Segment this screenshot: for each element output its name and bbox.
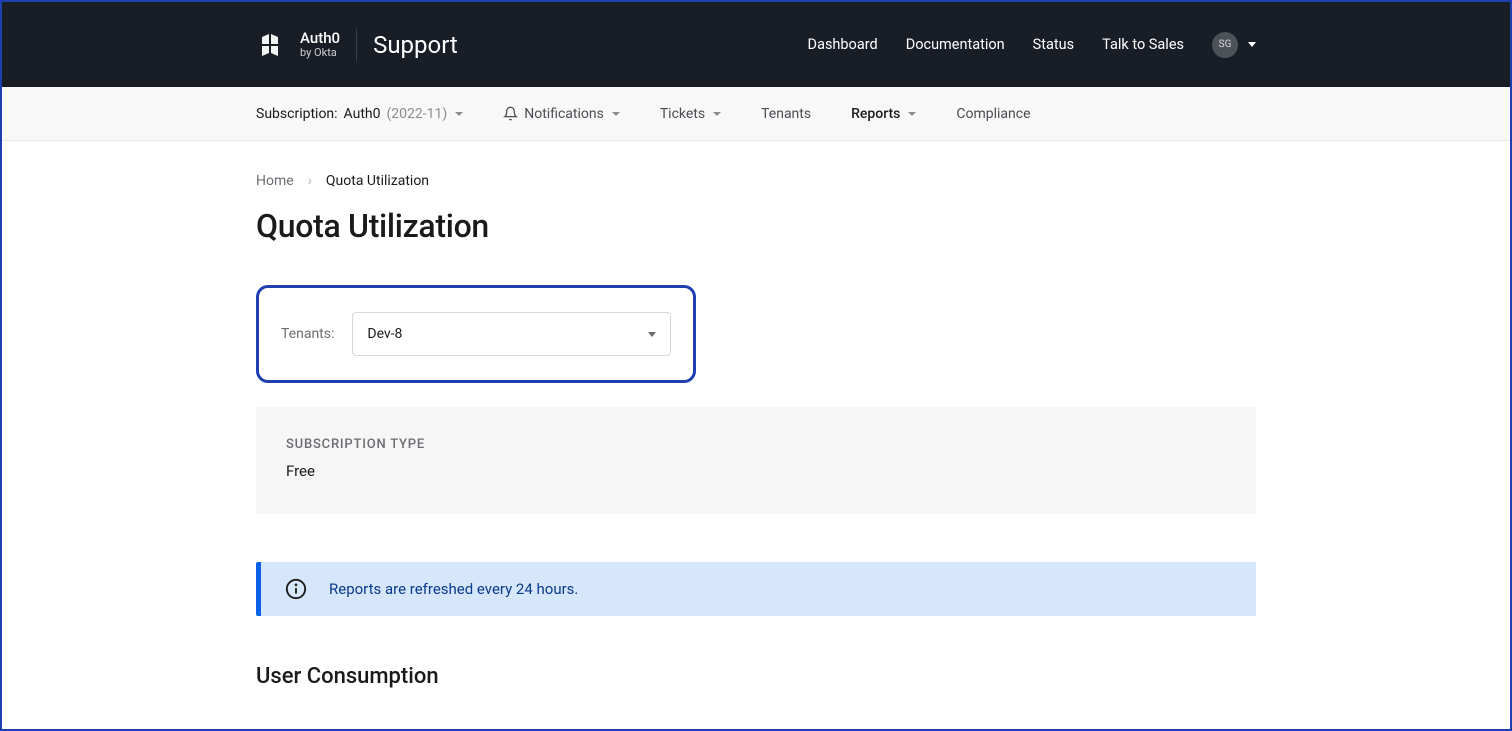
subscription-type-value: Free (286, 462, 1226, 480)
main-content: Home › Quota Utilization Quota Utilizati… (256, 141, 1256, 729)
reports-label: Reports (851, 106, 900, 122)
tenant-selected-value: Dev-8 (367, 326, 402, 342)
notifications-label: Notifications (524, 106, 604, 122)
info-banner-text: Reports are refreshed every 24 hours. (329, 580, 578, 598)
top-header: Auth0 by Okta Support Dashboard Document… (2, 2, 1510, 87)
chevron-down-icon (908, 112, 916, 116)
breadcrumb-current: Quota Utilization (326, 173, 429, 189)
sub-header: Subscription: Auth0 (2022-11) Notificati… (2, 87, 1510, 141)
logo-subtitle: by Okta (300, 47, 340, 59)
logo-section: Auth0 by Okta Support (256, 29, 458, 61)
nav-talk-to-sales[interactable]: Talk to Sales (1102, 36, 1184, 53)
tenant-select[interactable]: Dev-8 (352, 312, 671, 356)
page-title: Quota Utilization (256, 207, 1256, 245)
nav-tenants[interactable]: Tenants (761, 106, 811, 122)
chevron-down-icon (713, 112, 721, 116)
nav-tickets[interactable]: Tickets (660, 106, 721, 122)
tickets-label: Tickets (660, 106, 705, 122)
support-label: Support (373, 31, 458, 59)
avatar: SG (1212, 32, 1238, 58)
chevron-down-icon (612, 112, 620, 116)
nav-notifications[interactable]: Notifications (503, 106, 620, 122)
caret-down-icon (1248, 42, 1256, 47)
breadcrumb-home[interactable]: Home (256, 173, 294, 189)
chevron-right-icon: › (308, 173, 312, 189)
subscription-date: (2022-11) (386, 106, 447, 122)
breadcrumb: Home › Quota Utilization (256, 173, 1256, 189)
auth0-logo-icon (256, 31, 284, 59)
info-banner: Reports are refreshed every 24 hours. (256, 562, 1256, 616)
subscription-selector[interactable]: Subscription: Auth0 (2022-11) (256, 106, 463, 122)
nav-compliance[interactable]: Compliance (956, 106, 1030, 122)
tenant-label: Tenants: (281, 326, 334, 342)
nav-documentation[interactable]: Documentation (906, 36, 1005, 53)
subscription-prefix: Subscription: (256, 106, 338, 122)
nav-status[interactable]: Status (1033, 36, 1074, 53)
chevron-down-icon (648, 332, 656, 337)
nav-reports[interactable]: Reports (851, 106, 916, 122)
subscription-type-card: SUBSCRIPTION TYPE Free (256, 407, 1256, 514)
compliance-label: Compliance (956, 106, 1030, 122)
chevron-down-icon (455, 112, 463, 116)
subscription-type-label: SUBSCRIPTION TYPE (286, 437, 1226, 452)
bell-icon (503, 106, 518, 122)
subscription-name: Auth0 (344, 106, 381, 122)
logo-brand-text: Auth0 (300, 30, 340, 47)
logo-divider (356, 29, 357, 61)
tenants-label: Tenants (761, 106, 811, 122)
user-consumption-heading: User Consumption (256, 664, 1256, 689)
tenant-selector-box: Tenants: Dev-8 (256, 285, 696, 383)
top-nav: Dashboard Documentation Status Talk to S… (808, 32, 1256, 58)
user-menu[interactable]: SG (1212, 32, 1256, 58)
info-icon (285, 578, 307, 600)
nav-dashboard[interactable]: Dashboard (808, 36, 878, 53)
